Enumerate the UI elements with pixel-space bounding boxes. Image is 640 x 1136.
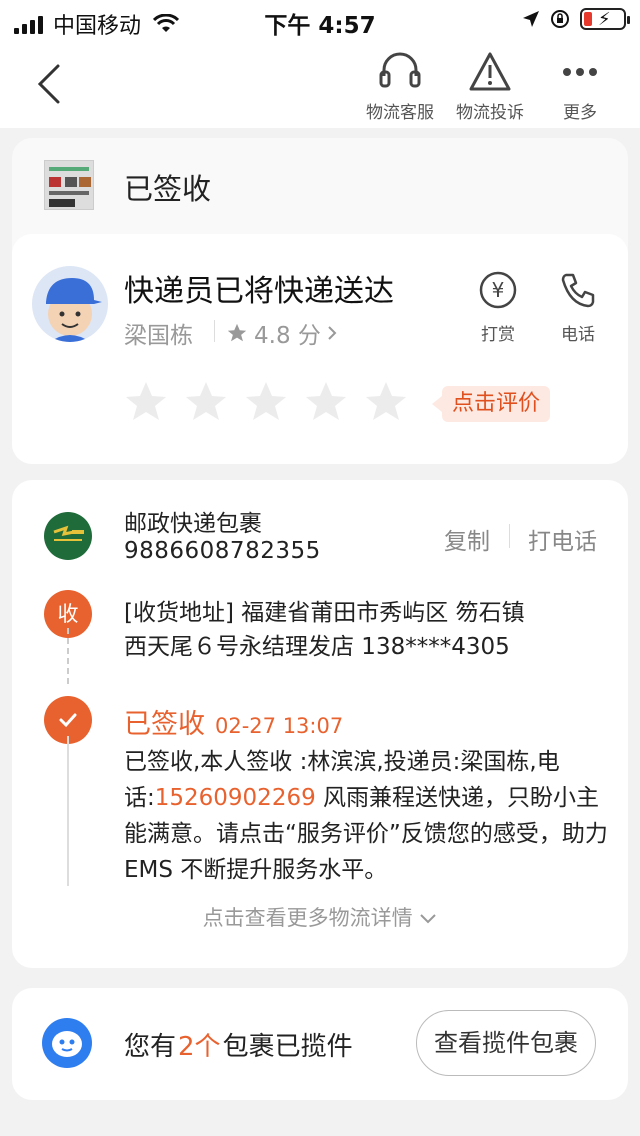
status-bar: 中国移动 下午 4:57 ⚡ [0,0,640,40]
rating-stars[interactable] [122,378,410,426]
rating-star-4[interactable] [302,378,350,426]
yuan-coin-icon: ¥ [479,271,517,309]
courier-rating[interactable]: 4.8 分 [226,316,337,350]
carrier-name: 邮政快递包裹 [124,511,262,537]
divider [509,524,510,548]
nav-bar: 物流客服 物流投诉 更多 [0,40,640,128]
status-header: 已签收 [12,138,628,234]
packages-count: 2个 [178,1032,221,1062]
warning-icon [469,52,511,91]
packages-suffix: 包裹已揽件 [222,1032,353,1062]
call-carrier-button[interactable]: 打电话 [528,522,597,556]
copy-button[interactable]: 复制 [444,522,490,556]
courier-avatar [32,266,108,342]
address-line-1: [收货地址] 福建省莆田市秀屿区 笏石镇 [124,600,525,626]
rotation-lock-icon [551,10,569,28]
status-title: 已签收 [124,172,212,206]
ems-logo [44,512,92,560]
timeline-line [67,736,69,886]
packages-message: 您有2个包裹已揽件 [124,1026,353,1063]
rate-button[interactable]: 点击评价 [431,386,551,422]
rating-value: 4.8 分 [254,323,321,349]
divider [214,320,215,342]
call-label: 电话 [561,325,595,345]
event-phone-link[interactable]: 15260902269 [155,785,316,811]
delivery-status-card: 已签收 快递员已将快递送达 梁国栋 4.8 分 ¥ 打赏 电话 点击评价 [12,138,628,464]
event-header: 已签收 02-27 13:07 [124,702,343,741]
call-courier-button[interactable]: 电话 [546,270,610,345]
rating-star-3[interactable] [242,378,290,426]
packages-prefix: 您有 [124,1032,177,1062]
rating-star-5[interactable] [362,378,410,426]
address-line-2: 西天尾６号永结理发店 138****4305 [124,634,510,660]
mascot-icon [42,1018,92,1068]
timeline-connector [67,628,69,684]
phone-icon [561,273,595,308]
logistics-service-button[interactable]: 物流客服 [360,50,440,123]
courier-card: 快递员已将快递送达 梁国栋 4.8 分 ¥ 打赏 电话 点击评价 [12,234,628,464]
more-logistics-label: 点击查看更多物流详情 [202,906,413,930]
location-arrow-icon [523,11,539,27]
tracking-card: 邮政快递包裹 9886608782355 复制 打电话 收 [收货地址] 福建省… [12,480,628,968]
logistics-complaint-button[interactable]: 物流投诉 [450,50,530,123]
logistics-service-label: 物流客服 [366,103,434,123]
event-time: 02-27 13:07 [215,714,344,738]
tracking-number: 9886608782355 [124,538,321,564]
rating-star-1[interactable] [122,378,170,426]
rating-star-2[interactable] [182,378,230,426]
more-icon [563,68,597,76]
chevron-down-icon [420,914,437,924]
package-thumbnail [44,160,94,210]
courier-headline: 快递员已将快递送达 [124,274,394,309]
view-collected-packages-button[interactable]: 查看揽件包裹 [416,1010,596,1076]
svg-text:¥: ¥ [492,278,505,302]
star-icon [227,323,247,342]
logistics-complaint-label: 物流投诉 [456,103,524,123]
more-logistics-link[interactable]: 点击查看更多物流详情 [12,902,628,932]
event-title: 已签收 [124,709,205,740]
chevron-right-icon [328,326,337,340]
courier-name: 梁国栋 [124,323,193,349]
collected-packages-card: 您有2个包裹已揽件 查看揽件包裹 [12,988,628,1100]
more-label: 更多 [563,103,597,123]
event-description: 已签收,本人签收 :林滨滨,投递员:梁国栋,电话:15260902269 风雨兼… [124,744,614,888]
battery-icon: ⚡ [580,8,630,30]
headset-icon [379,52,421,88]
delivery-address: [收货地址] 福建省莆田市秀屿区 笏石镇 西天尾６号永结理发店 138****4… [124,596,604,664]
more-button[interactable]: 更多 [540,50,620,123]
back-icon[interactable] [30,62,70,106]
tip-label: 打赏 [481,325,515,345]
tip-button[interactable]: ¥ 打赏 [466,270,530,345]
